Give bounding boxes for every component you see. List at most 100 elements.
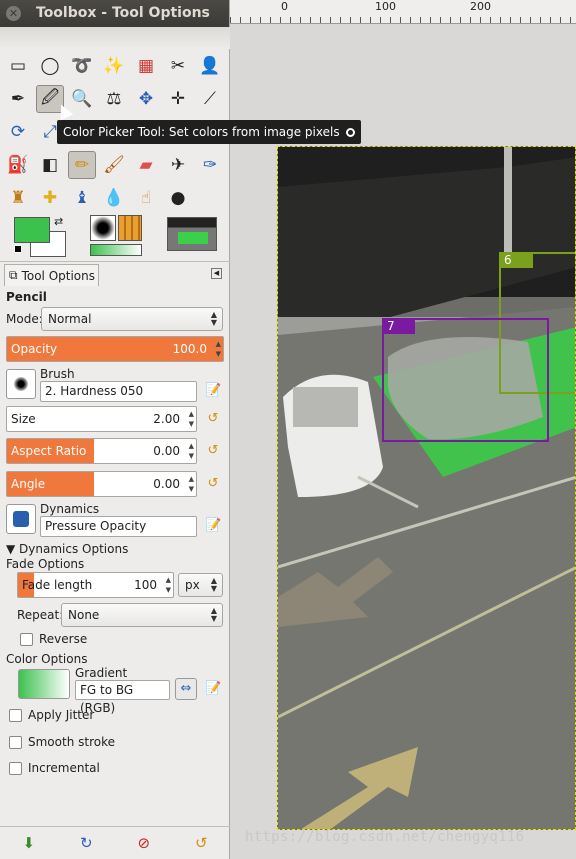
bucket-fill-icon[interactable]: ⛽	[4, 151, 32, 179]
gradient-preview[interactable]	[90, 244, 142, 256]
color-options-label: Color Options	[6, 652, 88, 666]
smooth-stroke-checkbox[interactable]	[9, 736, 22, 749]
mode-select[interactable]: Normal ▲ ▼	[41, 307, 223, 331]
reset-angle-icon[interactable]: ↺	[205, 476, 221, 492]
dynamics-name-field[interactable]: Pressure Opacity	[40, 516, 197, 537]
gradient-select-button[interactable]	[18, 669, 70, 699]
opacity-slider[interactable]: Opacity 100.0 ▲ ▼	[6, 336, 224, 362]
eraser-icon[interactable]: ▰	[132, 151, 160, 179]
pattern-preview[interactable]	[118, 215, 142, 241]
scissors-icon[interactable]: ✂	[164, 52, 192, 80]
color-picker-tooltip: Color Picker Tool: Set colors from image…	[57, 120, 361, 144]
pencil-icon[interactable]: ✏	[68, 151, 96, 179]
zoom-icon[interactable]: 🔍	[68, 85, 96, 113]
default-colors-icon[interactable]	[14, 245, 22, 253]
spin-arrows-icon[interactable]: ▲ ▼	[189, 409, 194, 429]
image-preview[interactable]	[167, 217, 217, 251]
image-canvas[interactable]: 6 7	[277, 146, 576, 830]
reverse-checkbox[interactable]	[20, 633, 33, 646]
brush-label: Brush	[40, 367, 75, 381]
fade-length-slider[interactable]: Fade length 100 ▲ ▼	[17, 572, 174, 598]
tooltip-text: Color Picker Tool: Set colors from image…	[63, 125, 340, 139]
dodge-burn-icon[interactable]: ●	[164, 184, 192, 212]
brush-name-field[interactable]: 2. Hardness 050	[40, 381, 197, 402]
fade-unit-select[interactable]: px ▲ ▼	[178, 573, 223, 597]
tab-tool-options[interactable]: ⧉ Tool Options	[4, 264, 99, 286]
mode-value: Normal	[48, 312, 92, 326]
smooth-stroke-label: Smooth stroke	[28, 735, 115, 749]
aspect-ratio-label: Aspect Ratio	[11, 444, 87, 458]
angle-slider[interactable]: Angle 0.00 ▲ ▼	[6, 471, 197, 497]
move-icon[interactable]: ✥	[132, 85, 160, 113]
box-label-7: 7	[387, 319, 395, 333]
dynamics-options-label: Dynamics Options	[19, 542, 129, 556]
tab-label: Tool Options	[21, 268, 96, 283]
reset-aspect-icon[interactable]: ↺	[205, 443, 221, 459]
edit-dynamics-icon[interactable]: 📝	[205, 518, 221, 534]
clone-icon[interactable]: ♜	[4, 184, 32, 212]
fade-unit-value: px	[185, 578, 200, 592]
horizontal-ruler[interactable]: 0 100 200	[230, 0, 576, 24]
heal-icon[interactable]: ✚	[36, 184, 64, 212]
delete-options-icon[interactable]: ⊘	[137, 834, 150, 852]
save-options-icon[interactable]: ⬇	[22, 834, 35, 852]
fade-options-label: Fade Options	[6, 557, 85, 571]
size-slider[interactable]: Size 2.00 ▲ ▼	[6, 406, 197, 432]
close-icon[interactable]: ✕	[6, 6, 21, 21]
restore-options-icon[interactable]: ↻	[80, 834, 93, 852]
spin-arrows-icon[interactable]: ▲ ▼	[189, 474, 194, 494]
rotate-icon[interactable]: ⟳	[4, 118, 32, 146]
reset-size-icon[interactable]: ↺	[205, 411, 221, 427]
combo-arrow-icon: ▲ ▼	[210, 576, 217, 593]
reset-options-icon[interactable]: ↺	[195, 834, 208, 852]
rect-select-icon[interactable]: ▭	[4, 52, 32, 80]
apply-jitter-checkbox[interactable]	[9, 709, 22, 722]
repeat-value: None	[68, 608, 100, 622]
foreground-color[interactable]	[14, 217, 50, 243]
select-by-color-icon[interactable]: ▦	[132, 52, 160, 80]
brush-select-button[interactable]	[6, 369, 36, 399]
ellipse-select-icon[interactable]: ◯	[36, 52, 64, 80]
blend-icon[interactable]: ◧	[36, 151, 64, 179]
smudge-icon[interactable]: ☝	[132, 184, 160, 212]
watermark-text: https://blog.csdn.net/chengyq116	[245, 829, 525, 845]
brush-preview[interactable]	[90, 215, 116, 241]
tab-menu-icon[interactable]: ◀	[211, 268, 222, 279]
aspect-ratio-value: 0.00	[153, 444, 180, 458]
crop-icon[interactable]: ⟋	[196, 85, 224, 113]
ink-icon[interactable]: ✑	[196, 151, 224, 179]
dynamics-options-expander[interactable]: ▼ Dynamics Options	[6, 542, 128, 556]
measure-icon[interactable]: ⚖	[100, 85, 128, 113]
perspective-clone-icon[interactable]: ♝	[68, 184, 96, 212]
window-titlebar[interactable]: ✕ Toolbox - Tool Options	[0, 0, 229, 27]
spin-arrows-icon[interactable]: ▲ ▼	[216, 339, 221, 359]
swap-colors-icon[interactable]: ⇄	[54, 215, 63, 228]
aspect-ratio-slider[interactable]: Aspect Ratio 0.00 ▲ ▼	[6, 438, 197, 464]
paintbrush-icon[interactable]: 🖌	[100, 151, 128, 179]
gradient-name-field[interactable]: FG to BG (RGB)	[75, 680, 170, 715]
foreground-select-icon[interactable]: 👤	[196, 52, 224, 80]
spin-arrows-icon[interactable]: ▲ ▼	[166, 575, 171, 595]
dynamics-select-button[interactable]	[6, 504, 36, 534]
edit-gradient-icon[interactable]: 📝	[205, 681, 221, 697]
ruler-label-100: 100	[375, 0, 396, 13]
toolbox-header-art	[0, 27, 230, 49]
dynamics-label: Dynamics	[40, 502, 100, 516]
paths-icon[interactable]: ✒	[4, 85, 32, 113]
window-title: Toolbox - Tool Options	[36, 5, 210, 21]
incremental-checkbox[interactable]	[9, 762, 22, 775]
spin-arrows-icon[interactable]: ▲ ▼	[189, 441, 194, 461]
edit-brush-icon[interactable]: 📝	[205, 383, 221, 399]
repeat-select[interactable]: None ▲ ▼	[61, 603, 223, 627]
tooltip-ring-icon	[345, 128, 355, 137]
align-icon[interactable]: ✛	[164, 85, 192, 113]
fuzzy-select-icon[interactable]: ✨	[100, 52, 128, 80]
airbrush-icon[interactable]: ✈	[164, 151, 192, 179]
blur-icon[interactable]: 💧	[100, 184, 128, 212]
ruler-label-0: 0	[281, 0, 288, 13]
repeat-label: Repeat:	[17, 608, 64, 622]
reverse-gradient-icon[interactable]: ⇔	[175, 678, 197, 700]
ruler-label-200: 200	[470, 0, 491, 13]
angle-value: 0.00	[153, 477, 180, 491]
lasso-icon[interactable]: ➰	[68, 52, 96, 80]
